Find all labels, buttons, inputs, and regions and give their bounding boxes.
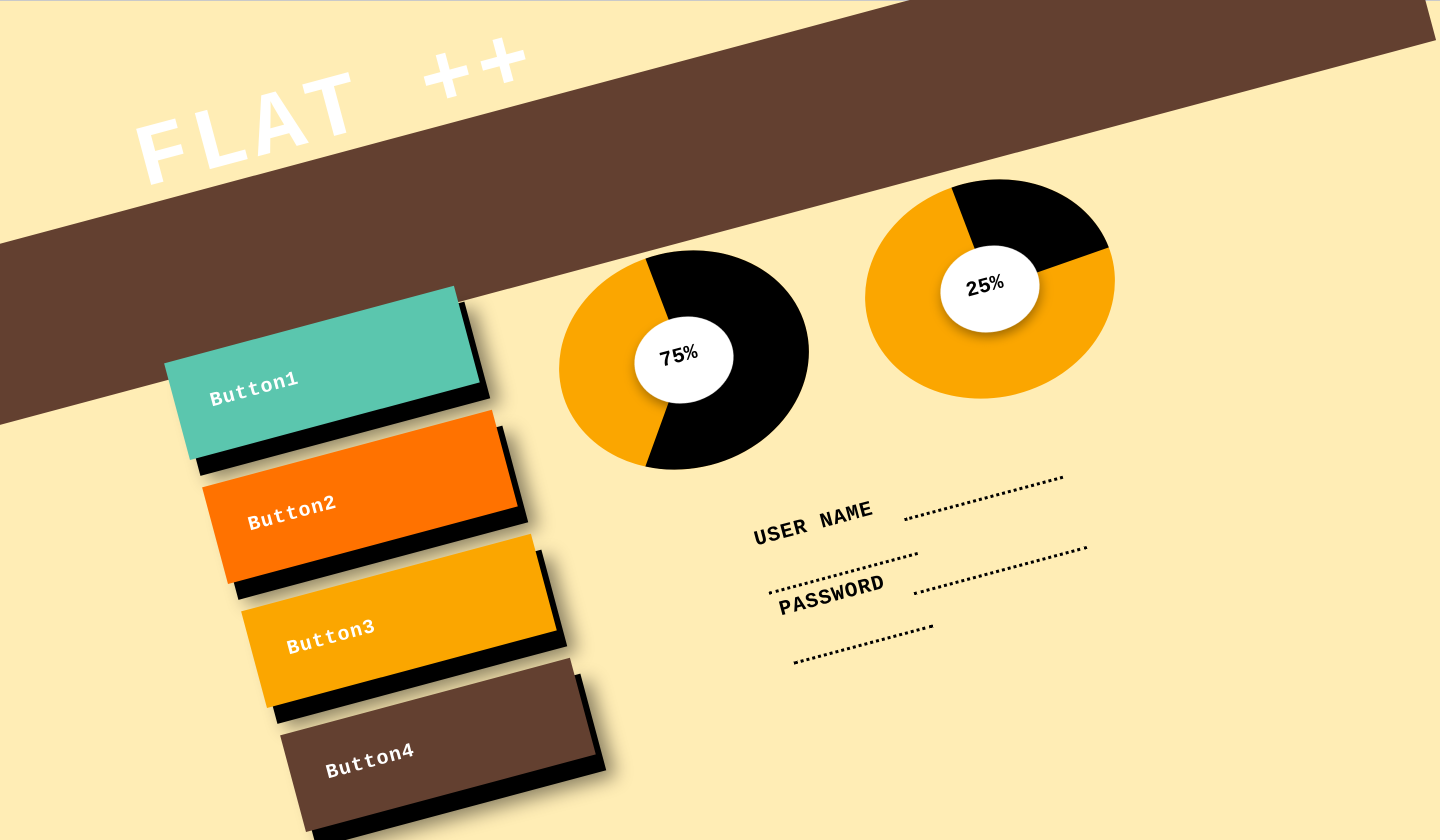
button-2-label: Button2 [245,491,340,538]
progress-pie-1: 75% [556,249,812,471]
username-input[interactable] [896,446,1064,522]
password-input[interactable] [905,516,1088,596]
button-3-label: Button3 [284,615,379,662]
progress-pie-2: 25% [862,178,1118,400]
button-1-label: Button1 [207,367,302,414]
page: FLAT ++ Button1 Button2 Button3 Button4 … [0,0,1440,840]
login-form: USER NAME PASSWORD [752,445,1102,665]
button-4-label: Button4 [323,739,418,786]
